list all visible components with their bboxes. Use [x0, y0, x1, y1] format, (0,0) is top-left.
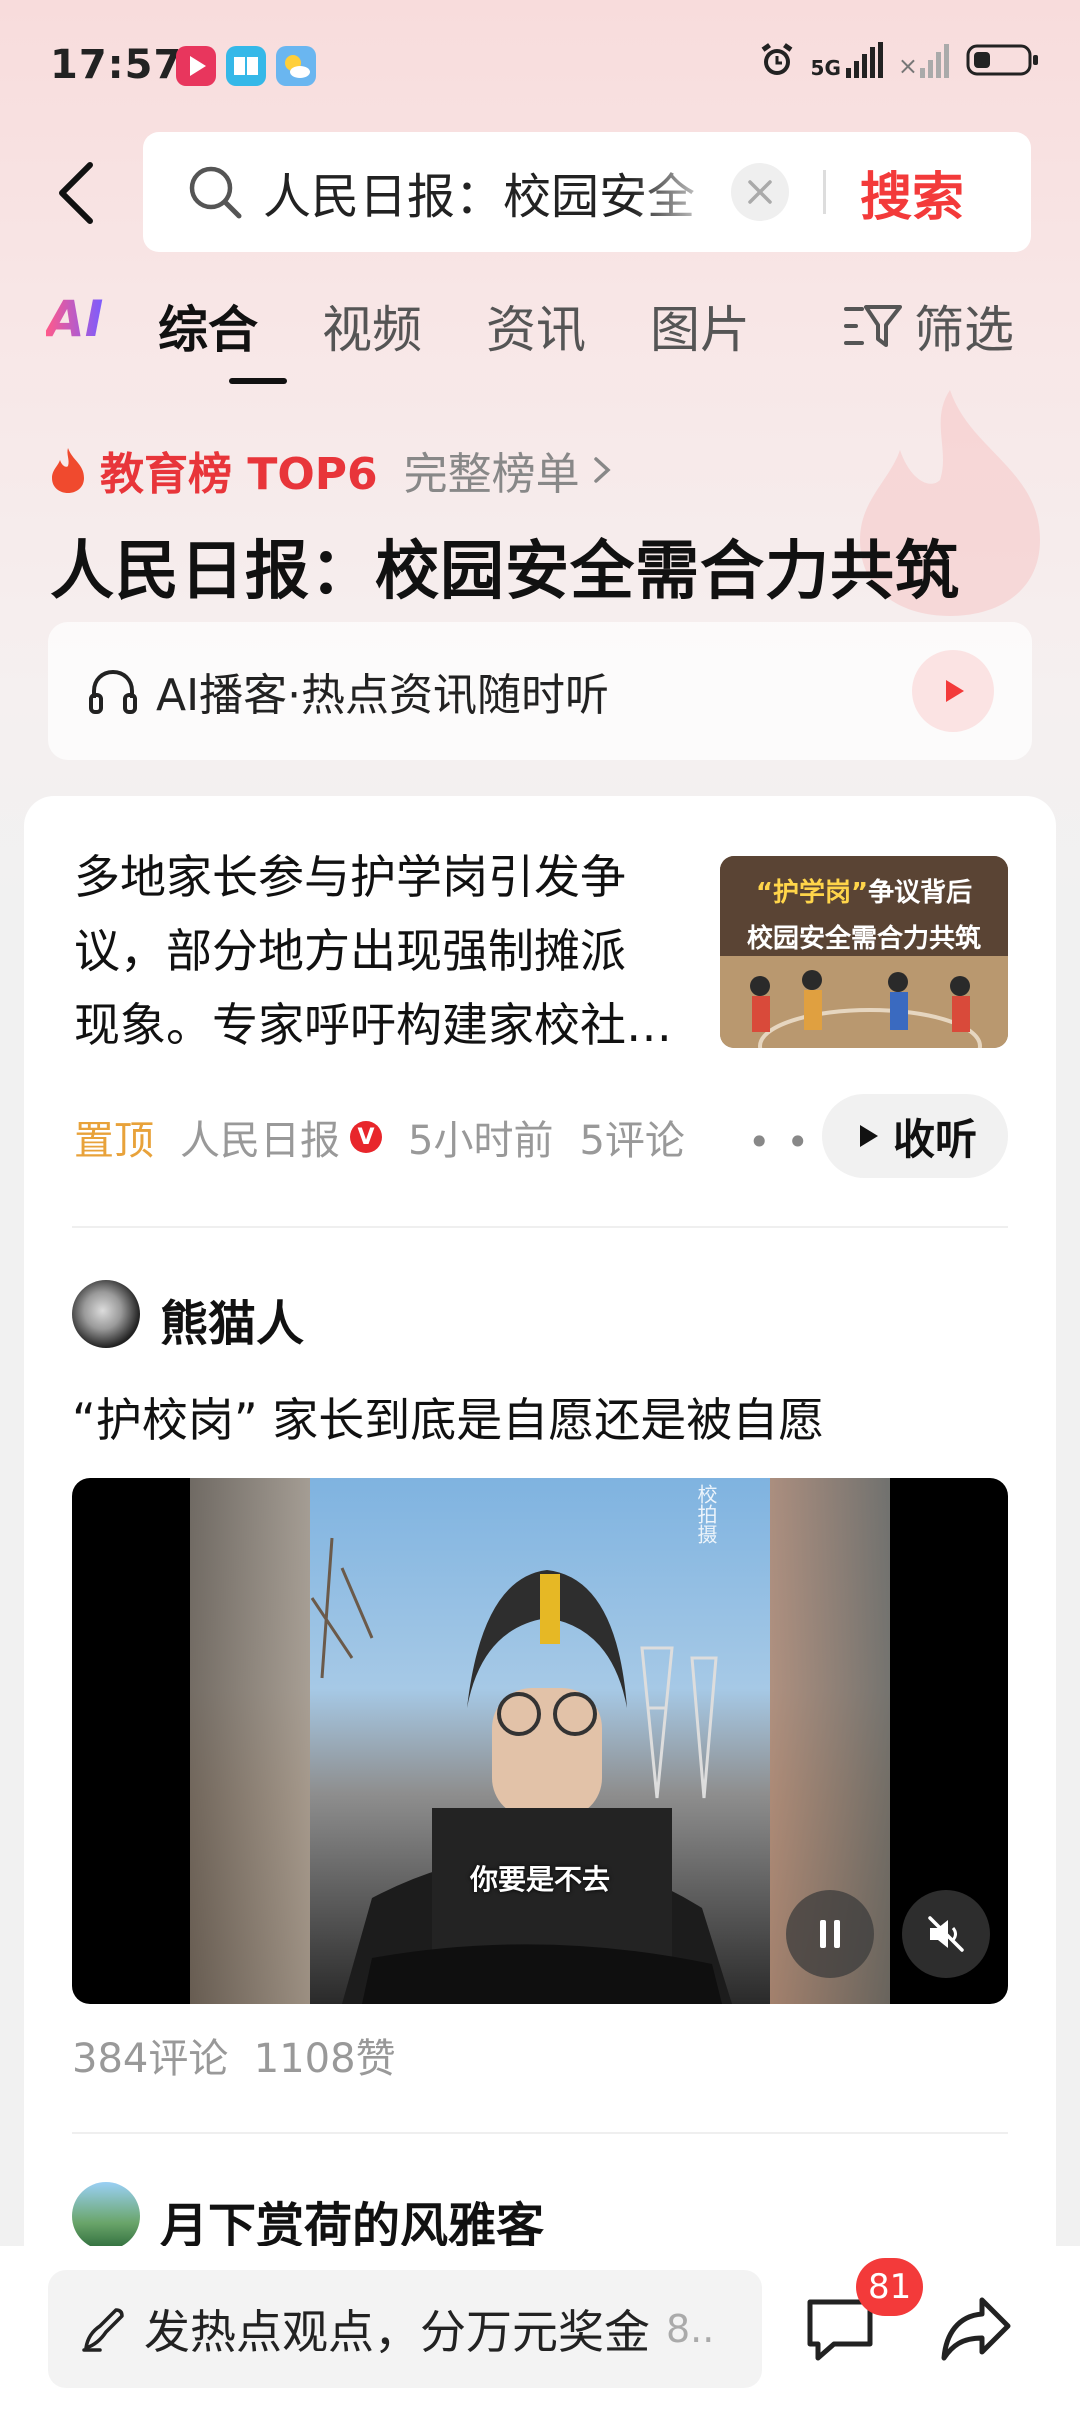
share-icon[interactable] — [938, 2290, 1014, 2366]
signal-secondary-icon: × — [898, 42, 952, 78]
pen-icon — [82, 2308, 124, 2352]
post-title[interactable]: “护校岗” 家长到底是自愿还是被自愿 — [72, 1384, 824, 1450]
hot-headline[interactable]: 人民日报：校园安全需合力共筑 — [50, 520, 960, 612]
thumbnail-tag-rest: 争议背后 — [868, 878, 973, 908]
book-app-icon — [226, 46, 266, 86]
divider — [72, 1226, 1008, 1228]
chevron-left-icon — [59, 162, 93, 224]
hot-list-row[interactable]: 教育榜 TOP6 完整榜单 — [48, 438, 614, 502]
signal-x-label: × — [897, 52, 918, 80]
tab-ai[interactable]: AI — [46, 290, 103, 348]
avatar[interactable] — [72, 2182, 140, 2250]
article-line: 议，部分地方出现强制摊派 — [74, 924, 626, 978]
filter-button[interactable]: 筛选 — [844, 290, 1014, 362]
video-watermark: 校拍摄 — [694, 1484, 718, 1544]
opinion-more: 8.. — [666, 2307, 715, 2351]
full-list-link[interactable]: 完整榜单 — [404, 438, 580, 502]
speaker-muted-icon — [928, 1916, 964, 1952]
article-line: 多地家长参与护学岗引发争 — [74, 850, 626, 904]
podcast-play-button[interactable] — [912, 650, 994, 732]
podcast-label: AI播客·热点资讯随时听 — [156, 670, 610, 721]
search-icon — [189, 166, 242, 219]
search-input[interactable]: 人民日报：校园安全 — [263, 157, 723, 227]
mute-button[interactable] — [902, 1890, 990, 1978]
verified-icon: V — [350, 1121, 382, 1153]
listen-button[interactable]: 收听 — [822, 1094, 1008, 1178]
tab-bar: AI 综合 视频 资讯 图片 筛选 — [46, 290, 1036, 384]
flame-icon — [52, 448, 84, 493]
article-line: 现象。专家呼吁构建家校社… — [74, 998, 672, 1052]
thumbnail-tag: “护学岗”争议背后 — [720, 872, 1008, 909]
battery-icon — [966, 44, 1038, 76]
tab-video[interactable]: 视频 — [322, 290, 422, 362]
pause-button[interactable] — [786, 1890, 874, 1978]
thumbnail-tag-quote: “护学岗” — [755, 878, 869, 908]
tab-images[interactable]: 图片 — [650, 290, 750, 362]
play-icon — [859, 1125, 878, 1147]
article-meta: 置顶 人民日报 V 5小时前 5评论 — [74, 1108, 685, 1166]
divider — [72, 2132, 1008, 2134]
search-divider — [823, 170, 826, 214]
back-button[interactable] — [46, 158, 106, 228]
network-label: 5G — [810, 56, 841, 80]
headphones-icon — [89, 669, 137, 714]
video-app-icon — [176, 46, 216, 86]
thumbnail-subtitle: 校园安全需合力共筑 — [746, 924, 981, 954]
video-player[interactable]: 你要是不去 校拍摄 — [72, 1478, 1008, 2004]
opinion-input[interactable]: 发热点观点，分万元奖金 8.. — [48, 2270, 762, 2388]
article-thumbnail[interactable]: “护学岗”争议背后 校园安全需合力共筑 — [720, 856, 1008, 1048]
chevron-right-icon — [593, 457, 611, 483]
search-button[interactable]: 搜索 — [860, 155, 964, 230]
search-box[interactable]: 人民日报：校园安全 搜索 — [143, 132, 1031, 252]
video-subtitle: 你要是不去 — [469, 1863, 610, 1896]
listen-label: 收听 — [892, 1114, 977, 1164]
filter-label: 筛选 — [914, 301, 1014, 359]
pause-icon — [820, 1920, 840, 1948]
active-tab-indicator — [229, 378, 287, 384]
signal-5g-icon: 5G — [811, 42, 884, 78]
ai-podcast-bar[interactable]: AI播客·热点资讯随时听 — [48, 622, 1032, 760]
article-comments[interactable]: 5评论 — [579, 1108, 684, 1166]
filter-icon — [844, 305, 902, 347]
author-name[interactable]: 熊猫人 — [160, 1284, 304, 1354]
article-summary[interactable]: 多地家长参与护学岗引发争 议，部分地方出现强制摊派 现象。专家呼吁构建家校社… — [74, 840, 694, 1062]
post-stats: 384评论 1108赞 — [72, 2036, 396, 2082]
opinion-placeholder: 发热点观点，分万元奖金 — [144, 2305, 650, 2359]
avatar[interactable] — [72, 1280, 140, 1348]
close-icon — [748, 180, 772, 204]
weather-app-icon — [276, 46, 316, 86]
alarm-icon — [761, 43, 792, 75]
article-source[interactable]: 人民日报 — [180, 1108, 340, 1166]
status-time: 17:57 — [50, 42, 183, 88]
status-indicators: 5G × — [757, 40, 1040, 80]
comment-count-badge: 81 — [856, 2258, 924, 2316]
play-icon — [946, 680, 964, 702]
clear-search-button[interactable] — [731, 163, 789, 221]
article-time: 5小时前 — [408, 1118, 554, 1164]
hot-list-title: 教育榜 TOP6 — [100, 449, 378, 500]
tab-general[interactable]: 综合 — [158, 290, 258, 362]
pinned-tag: 置顶 — [74, 1118, 154, 1164]
tab-news[interactable]: 资讯 — [486, 290, 586, 362]
